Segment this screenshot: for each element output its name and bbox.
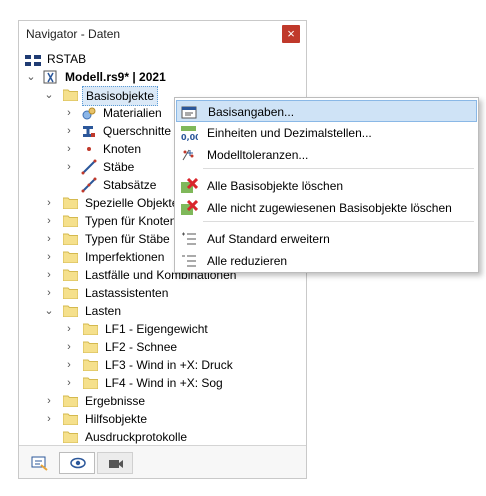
chevron-right-icon[interactable]: › [43,410,55,428]
menu-item-label: Einheiten und Dezimalstellen... [207,126,372,140]
menu-item-reduzieren[interactable]: Alle reduzieren [176,250,477,272]
menu-item-label: Auf Standard erweitern [207,232,330,246]
folder-icon [63,431,78,443]
tree-item-label: Typen für Stäbe [85,232,170,246]
chevron-right-icon[interactable]: › [43,230,55,248]
tree-item-label: Lastassistenten [85,286,169,300]
menu-item-alle-loeschen[interactable]: Alle Basisobjekte löschen [176,175,477,197]
menu-item-nicht-zugewiesen-loeschen[interactable]: Alle nicht zugewiesenen Basisobjekte lös… [176,197,477,219]
chevron-right-icon[interactable]: › [43,194,55,212]
folder-icon [63,233,78,245]
units-icon: 0,00 [180,125,201,142]
tree-item-label: Materialien [103,106,162,120]
menu-item-label: Alle reduzieren [207,254,288,268]
folder-icon [63,413,78,425]
tree-item-label: Typen für Knoten [85,214,177,228]
chevron-right-icon[interactable]: › [63,338,75,356]
folder-icon [63,395,78,407]
panel-title: Navigator - Daten [26,27,121,41]
member-set-icon [81,177,97,193]
folder-icon [63,251,78,263]
camera-icon [108,458,124,473]
menu-separator [203,168,474,169]
menu-item-label: Basisangaben... [208,105,295,119]
cross-section-icon [81,124,97,138]
tree-item-label: Knoten [103,142,142,156]
folder-icon [63,197,78,209]
chevron-right-icon[interactable]: › [43,212,55,230]
basic-data-icon [181,104,199,120]
view-tab[interactable] [59,452,95,474]
eye-icon [70,457,86,472]
tree-item-label: LF1 - Eigengewicht [105,322,208,336]
menu-item-label: Alle Basisobjekte löschen [207,179,344,193]
folder-icon [83,341,98,353]
chevron-right-icon[interactable]: › [43,266,55,284]
chevron-right-icon[interactable]: › [63,320,75,338]
folder-icon [83,359,98,371]
svg-text:0,00: 0,00 [181,133,198,141]
expand-icon [180,231,198,247]
folder-icon [83,323,98,335]
rstab-flag-icon [25,53,41,66]
chevron-right-icon[interactable]: › [63,356,75,374]
data-tab-icon[interactable] [31,455,49,471]
menu-item-basisangaben[interactable]: Basisangaben... [176,100,477,122]
tree-item-label: Querschnitte [103,124,172,138]
model-file-icon [43,70,59,84]
menu-item-erweitern[interactable]: Auf Standard erweitern [176,228,477,250]
chevron-down-icon[interactable]: ⌄ [43,302,55,320]
chevron-right-icon[interactable]: › [43,284,55,302]
member-icon [81,159,97,175]
node-icon [81,142,97,156]
chevron-right-icon[interactable]: › [63,374,75,392]
tree-item-label: Hilfsobjekte [85,412,148,426]
tolerance-icon [180,147,198,163]
navigator-tab-bar [19,445,306,478]
title-bar: Navigator - Daten × [19,21,306,49]
chevron-right-icon[interactable]: › [43,392,55,410]
material-icon [81,106,97,120]
chevron-down-icon[interactable]: ⌄ [25,68,37,86]
folder-icon [63,89,78,101]
camera-tab[interactable] [97,452,133,474]
tree-item-label: LF3 - Wind in +X: Druck [105,358,233,372]
folder-icon [83,377,98,389]
tree-item-label: LF4 - Wind in +X: Sog [105,376,223,390]
context-menu: Basisangaben... 0,00 Einheiten und Dezim… [174,97,479,273]
tree-item-label: Ausdruckprotokolle [85,430,188,444]
menu-item-label: Modelltoleranzen... [207,148,309,162]
chevron-right-icon[interactable]: › [63,122,75,140]
tree-item-label: Stabsätze [103,178,157,192]
folder-icon [63,287,78,299]
chevron-right-icon[interactable]: › [63,158,75,176]
tree-item-label: Stäbe [103,160,135,174]
chevron-right-icon[interactable]: › [63,140,75,158]
tree-basisobjekte-label: Basisobjekte [82,86,159,106]
chevron-right-icon[interactable]: › [43,248,55,266]
menu-item-einheiten[interactable]: 0,00 Einheiten und Dezimalstellen... [176,122,477,144]
close-button[interactable]: × [282,25,300,43]
folder-icon [63,215,78,227]
menu-separator [203,221,474,222]
chevron-right-icon[interactable]: › [63,104,75,122]
menu-item-label: Alle nicht zugewiesenen Basisobjekte lös… [207,201,452,215]
delete-unassigned-icon [180,199,199,216]
delete-all-icon [180,177,199,194]
tree-item-label: Imperfektionen [85,250,165,264]
tree-root-label: RSTAB [47,52,87,66]
folder-icon [63,305,78,317]
tree-item-label: Lasten [85,304,122,318]
chevron-down-icon[interactable]: ⌄ [43,86,55,104]
tree-item-label: Ergebnisse [85,394,146,408]
tree-item-label: Spezielle Objekte [85,196,179,210]
tree-model-label: Modell.rs9* | 2021 [65,70,166,84]
tree-item-label: LF2 - Schnee [105,340,178,354]
menu-item-modelltoleranzen[interactable]: Modelltoleranzen... [176,144,477,166]
folder-icon [63,269,78,281]
collapse-icon [180,253,198,269]
